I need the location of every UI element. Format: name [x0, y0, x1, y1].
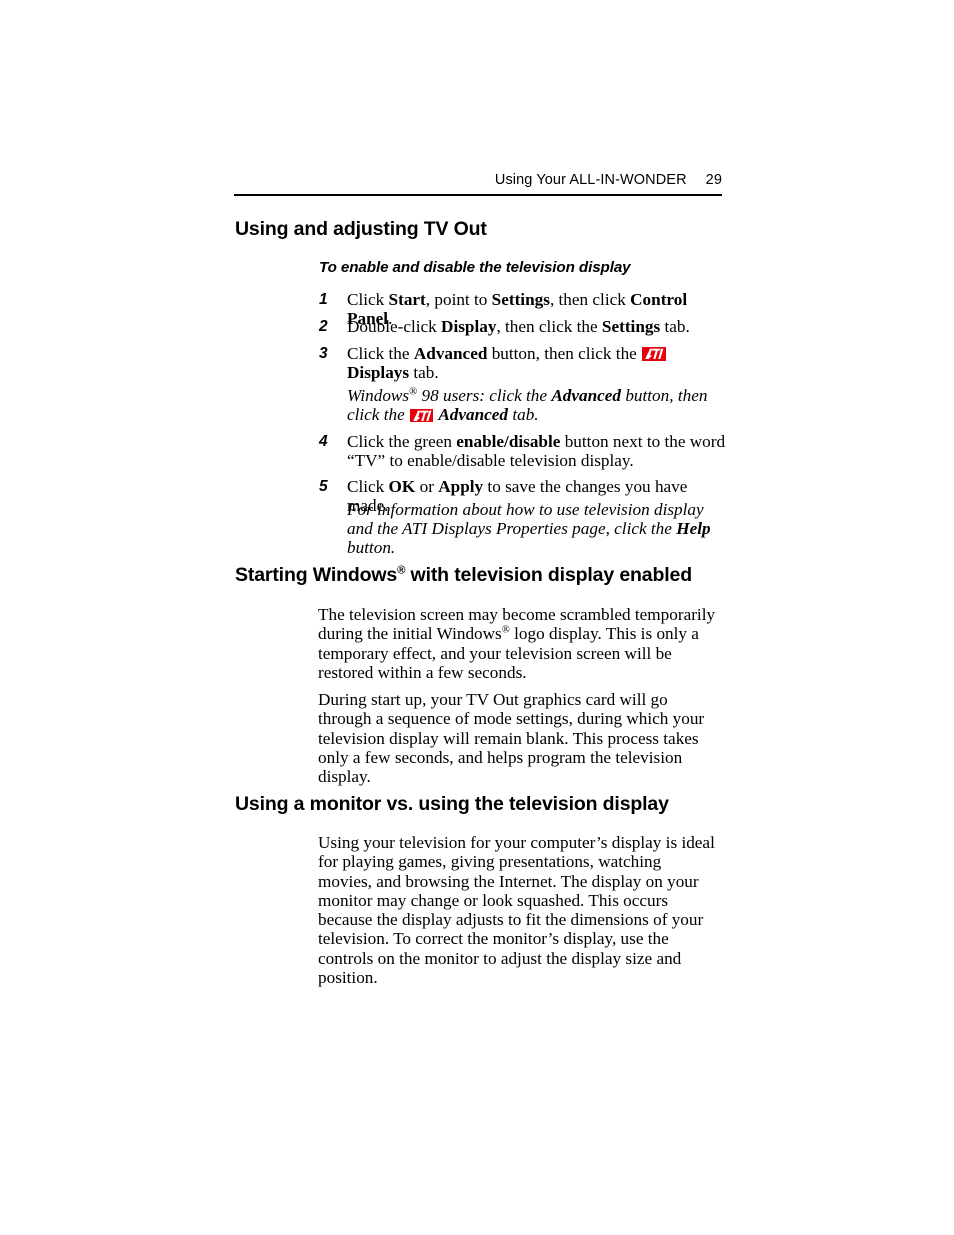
paragraph-scrambled-screen: The television screen may become scrambl…	[318, 605, 716, 682]
subheading-text: To enable and disable the television dis…	[319, 259, 631, 276]
step-number: 3	[319, 345, 328, 362]
running-header-title: Using Your ALL-IN-WONDER	[494, 172, 687, 188]
ati-logo-icon	[642, 347, 667, 361]
step-item-3: 3 Click the Advanced button, then click …	[319, 344, 729, 382]
heading-monitor-vs-television-display: Using a monitor vs. using the television…	[235, 793, 669, 816]
step-number: 4	[319, 433, 328, 450]
step-text: Double-click Display, then click the Set…	[347, 317, 690, 336]
header-divider-rule	[234, 194, 722, 196]
paragraph-monitor-vs-television: Using your television for your computer’…	[318, 833, 715, 988]
subheading-enable-disable-television-display: To enable and disable the television dis…	[319, 259, 631, 276]
note-windows-98-users: Windows® 98 users: click the Advanced bu…	[347, 386, 732, 424]
paragraph-mode-settings: During start up, your TV Out graphics ca…	[318, 690, 705, 787]
step-text: Click the Advanced button, then click th…	[347, 344, 729, 382]
page-running-header: Using Your ALL-IN-WONDER 29	[234, 172, 722, 188]
heading-text-prefix: Starting Windows	[235, 564, 398, 586]
step-text: Click the green enable/disable button ne…	[347, 432, 726, 471]
heading-using-and-adjusting-tv-out: Using and adjusting TV Out	[235, 218, 487, 241]
step-number: 5	[319, 478, 328, 495]
document-page: Using Your ALL-IN-WONDER 29 Using and adj…	[0, 0, 954, 1235]
heading-text: Using a monitor vs. using the television…	[235, 793, 669, 815]
heading-starting-windows-television-display: Starting Windows® with television displa…	[235, 564, 692, 587]
step-item-2: 2 Double-click Display, then click the S…	[319, 317, 729, 336]
page-number: 29	[705, 172, 722, 188]
step-item-4: 4 Click the green enable/disable button …	[319, 432, 729, 470]
heading-text-suffix: with television display enabled	[405, 564, 693, 586]
registered-trademark-symbol: ®	[409, 386, 418, 398]
step-number: 2	[319, 318, 328, 335]
note-help-button: For information about how to use televis…	[347, 500, 732, 558]
ati-logo-icon	[410, 409, 434, 423]
heading-text: Using and adjusting TV Out	[235, 218, 487, 240]
step-number: 1	[319, 291, 328, 308]
note-text: For information about how to use televis…	[347, 500, 711, 558]
note-text: Windows® 98 users: click the Advanced bu…	[347, 386, 708, 425]
registered-trademark-symbol: ®	[501, 624, 510, 636]
